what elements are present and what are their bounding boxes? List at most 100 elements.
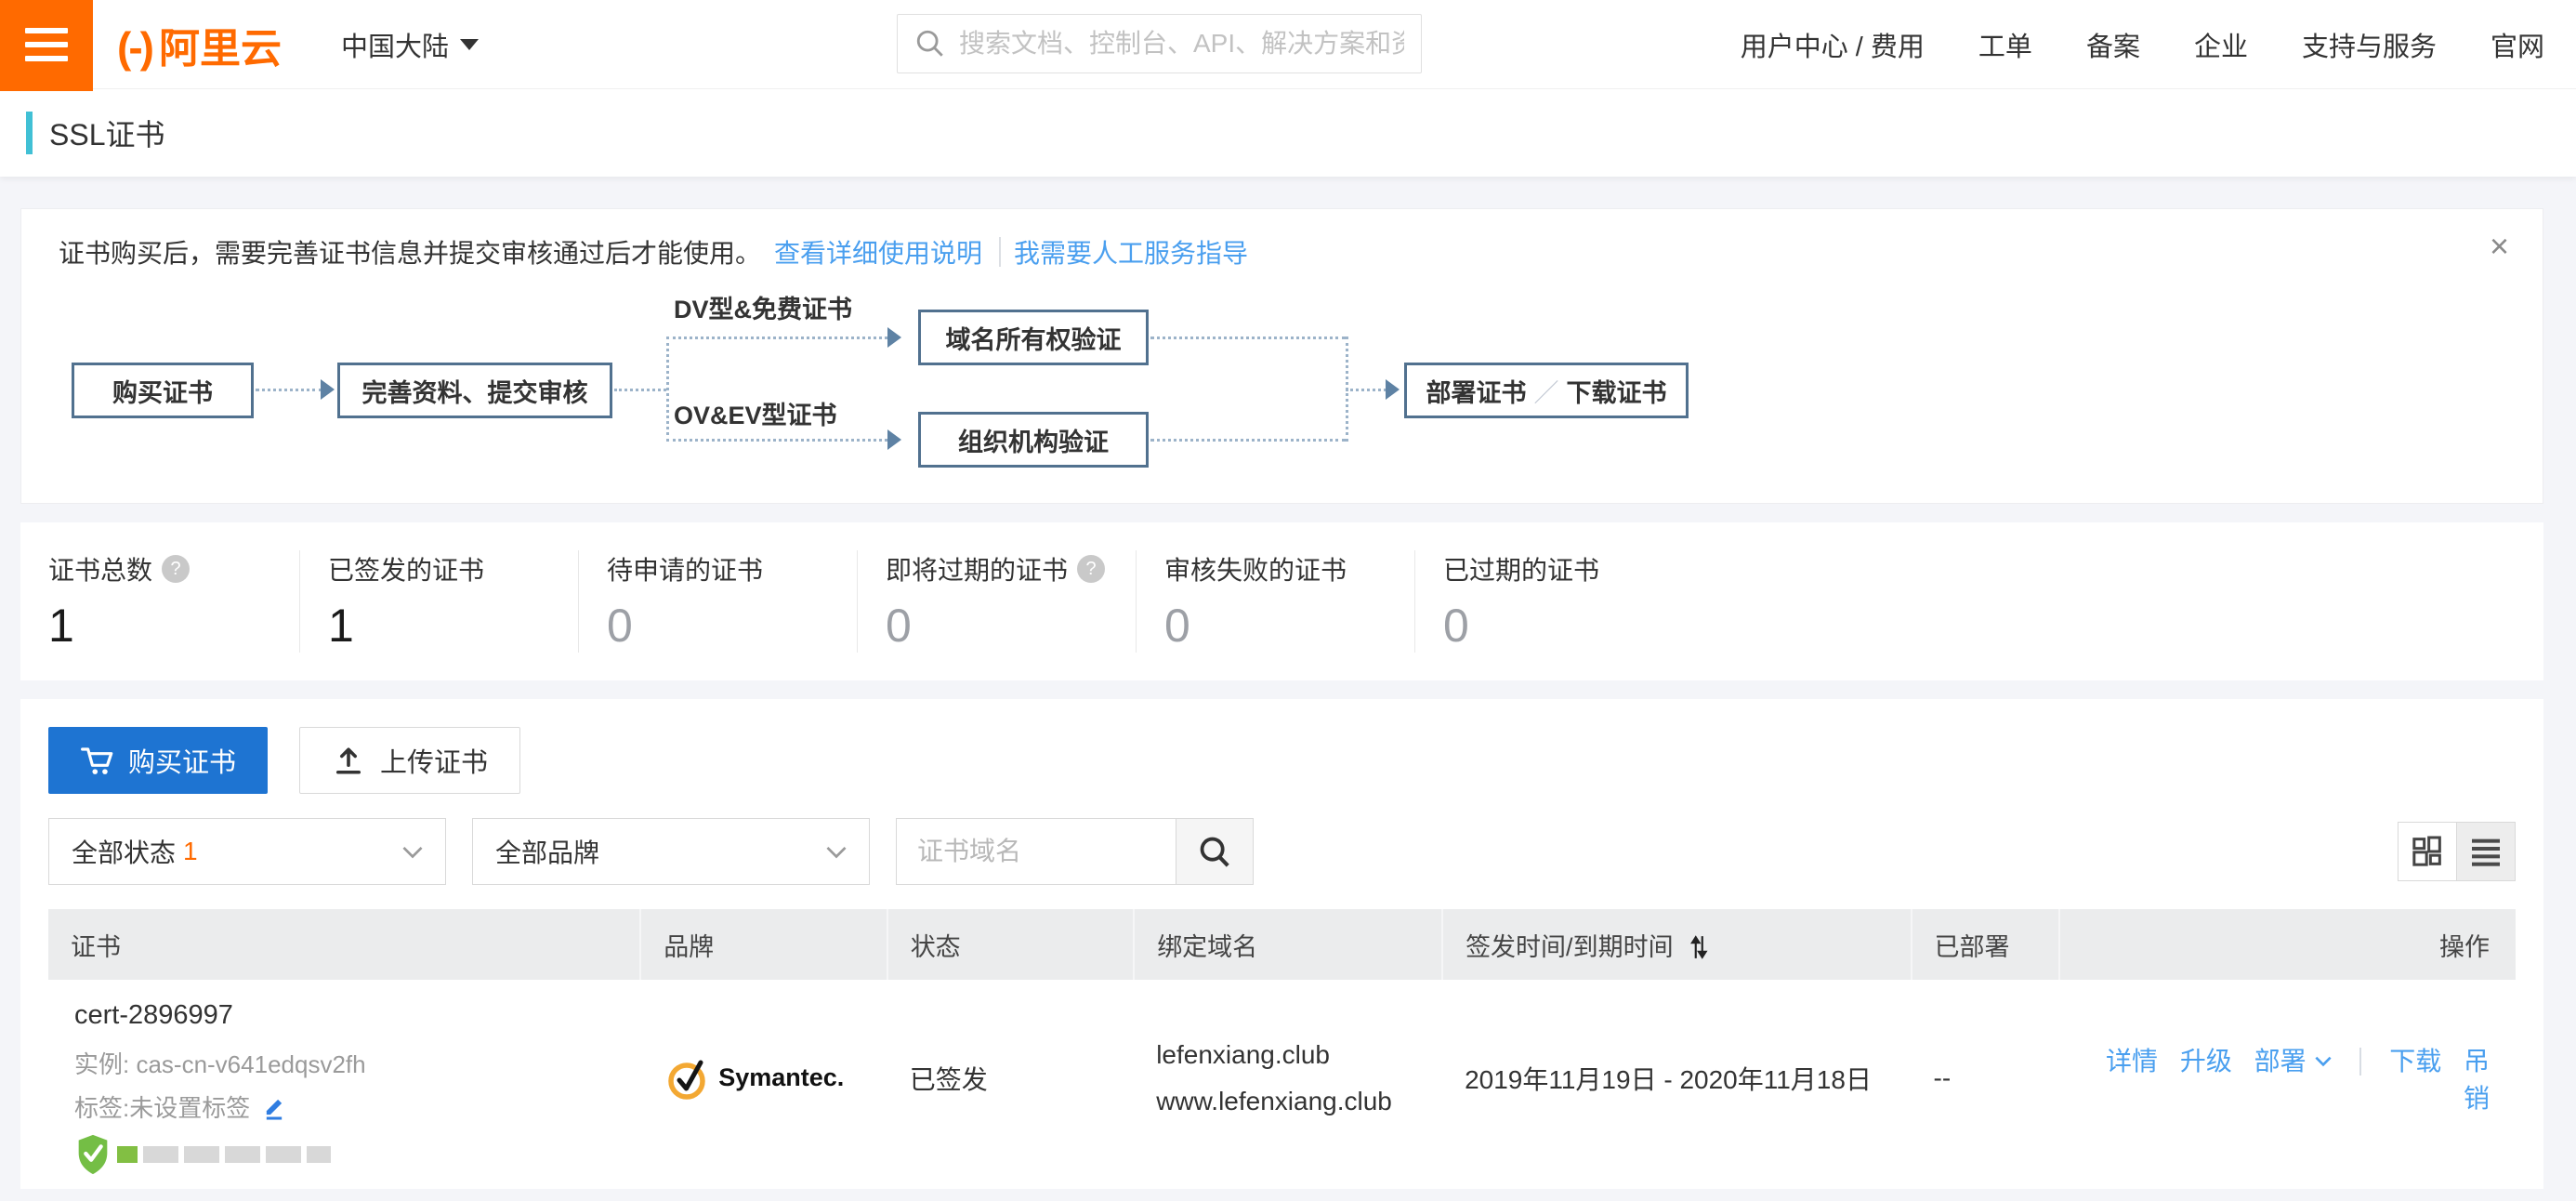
buy-certificate-button[interactable]: 购买证书	[48, 727, 268, 794]
action-divider	[2359, 1048, 2361, 1076]
status-filter-count: 1	[183, 837, 198, 866]
search-icon	[1197, 834, 1232, 869]
flow-arrowhead-icon	[321, 379, 335, 400]
title-accent-bar	[26, 112, 33, 154]
flow-box-complete-info: 完善资料、提交审核	[337, 363, 612, 418]
flow-box-org-validation: 组织机构验证	[918, 412, 1149, 468]
nav-item-user-center[interactable]: 用户中心 / 费用	[1741, 25, 1925, 64]
header-dates: 签发时间/到期时间	[1442, 909, 1911, 980]
action-details[interactable]: 详情	[2106, 1047, 2158, 1076]
flow-connector	[666, 337, 887, 339]
flow-connector	[1150, 439, 1346, 442]
usage-banner: 证书购买后，需要完善证书信息并提交审核通过后才能使用。 查看详细使用说明 我需要…	[20, 208, 2543, 504]
cell-actions: 详情 升级 部署 下载 吊销	[2059, 980, 2516, 1176]
certificate-flow-diagram: 购买证书 完善资料、提交审核 DV型&免费证书 OV&EV型证书 域名所有权验证…	[59, 284, 2505, 481]
certificate-name[interactable]: cert-2896997	[74, 1000, 640, 1031]
brand-name: Symantec.	[718, 1063, 844, 1092]
hamburger-menu-button[interactable]	[0, 0, 93, 91]
upload-certificate-button[interactable]: 上传证书	[299, 727, 520, 794]
nav-item-support[interactable]: 支持与服务	[2302, 25, 2437, 64]
flow-connector	[666, 337, 669, 442]
stat-issued-value: 1	[328, 599, 578, 653]
page-title-bar: SSL证书	[0, 89, 2576, 177]
cell-brand: Symantec.	[640, 980, 887, 1176]
flow-connector	[614, 389, 666, 391]
domain-search-input[interactable]	[896, 818, 1176, 885]
close-icon[interactable]: ×	[2490, 230, 2509, 263]
flow-arrowhead-icon	[1386, 379, 1400, 400]
nav-item-official-site[interactable]: 官网	[2491, 25, 2544, 64]
domain-search-button[interactable]	[1176, 818, 1254, 885]
banner-link-divider	[999, 237, 1001, 267]
header-deployed: 已部署	[1912, 909, 2059, 980]
cell-status: 已签发	[887, 980, 1135, 1176]
global-search[interactable]	[897, 14, 1422, 73]
action-upgrade[interactable]: 升级	[2180, 1047, 2232, 1076]
nav-item-tickets[interactable]: 工单	[1978, 25, 2032, 64]
stat-expired: 已过期的证书 0	[1414, 550, 1693, 653]
banner-link-human-support[interactable]: 我需要人工服务指导	[1014, 233, 1248, 271]
stat-total-value: 1	[48, 599, 299, 653]
header-status: 状态	[887, 909, 1135, 980]
status-filter-dropdown[interactable]: 全部状态 1	[48, 818, 446, 885]
flow-box-deploy-download: 部署证书 ／ 下载证书	[1404, 363, 1689, 418]
validation-progress-bar	[117, 1146, 331, 1163]
flow-connector	[1346, 389, 1387, 391]
nav-item-enterprise[interactable]: 企业	[2194, 25, 2248, 64]
cell-certificate: cert-2896997 实例: cas-cn-v641edqsv2fh 标签:…	[48, 980, 640, 1176]
banner-text: 证书购买后，需要完善证书信息并提交审核通过后才能使用。	[59, 233, 761, 271]
table-row: cert-2896997 实例: cas-cn-v641edqsv2fh 标签:…	[48, 980, 2516, 1176]
stat-expiring: 即将过期的证书 ? 0	[857, 550, 1136, 653]
top-navigation: 用户中心 / 费用 工单 备案 企业 支持与服务 官网	[1741, 25, 2576, 64]
flow-box-domain-validation: 域名所有权验证	[918, 310, 1149, 365]
header-brand: 品牌	[640, 909, 887, 980]
flow-connector	[666, 439, 887, 442]
certificate-stats: 证书总数 ? 1 已签发的证书 1 待申请的证书 0 即将过期的证书 ? 0 审…	[20, 522, 2543, 680]
flow-box-buy: 购买证书	[72, 363, 254, 418]
help-icon[interactable]: ?	[1077, 555, 1105, 583]
flow-connector	[256, 389, 322, 391]
stat-pending-value: 0	[607, 599, 857, 653]
sort-icon[interactable]	[1688, 934, 1710, 960]
cart-icon	[80, 745, 113, 776]
hamburger-icon	[25, 28, 68, 33]
stat-expired-value: 0	[1443, 599, 1693, 653]
upload-icon	[332, 744, 365, 777]
shield-icon	[74, 1133, 112, 1176]
certificate-table: 证书 品牌 状态 绑定域名 签发时间/到期时间 已部署 操作	[48, 909, 2516, 1176]
stat-expiring-value: 0	[886, 599, 1136, 653]
page-title: SSL证书	[49, 112, 165, 154]
flow-arrowhead-icon	[887, 327, 901, 348]
aliyun-logo-mark: (-)	[117, 22, 151, 73]
bound-domain: www.lefenxiang.club	[1156, 1078, 1442, 1125]
table-header-row: 证书 品牌 状态 绑定域名 签发时间/到期时间 已部署 操作	[48, 909, 2516, 980]
nav-item-icp[interactable]: 备案	[2086, 25, 2140, 64]
symantec-logo-icon	[663, 1053, 713, 1103]
certificate-list-card: 购买证书 上传证书 全部状态 1 全部品牌	[20, 699, 2543, 1189]
stat-failed-value: 0	[1164, 599, 1414, 653]
region-selector[interactable]: 中国大陆	[341, 25, 479, 64]
aliyun-logo[interactable]: (-) 阿里云	[117, 15, 282, 74]
list-view-button[interactable]	[2456, 822, 2516, 881]
action-revoke[interactable]: 吊销	[2464, 1047, 2490, 1113]
edit-tag-icon[interactable]	[261, 1094, 287, 1120]
grid-view-button[interactable]	[2398, 822, 2457, 881]
region-label: 中国大陆	[341, 25, 449, 64]
banner-link-usage-guide[interactable]: 查看详细使用说明	[774, 233, 982, 271]
brand-filter-dropdown[interactable]: 全部品牌	[472, 818, 870, 885]
header-actions: 操作	[2059, 909, 2516, 980]
stat-pending: 待申请的证书 0	[578, 550, 857, 653]
cell-dates: 2019年11月19日 - 2020年11月18日	[1442, 980, 1911, 1176]
header-domains: 绑定域名	[1134, 909, 1442, 980]
stat-total: 证书总数 ? 1	[20, 550, 299, 653]
list-view-icon	[2467, 833, 2504, 870]
action-deploy[interactable]: 部署	[2254, 1047, 2334, 1076]
stat-failed: 审核失败的证书 0	[1136, 550, 1414, 653]
cell-deployed: --	[1912, 980, 2059, 1176]
main-content: 证书购买后，需要完善证书信息并提交审核通过后才能使用。 查看详细使用说明 我需要…	[0, 177, 2576, 1189]
chevron-down-icon	[2312, 1049, 2334, 1072]
action-download[interactable]: 下载	[2389, 1047, 2441, 1076]
flow-label-dv: DV型&免费证书	[674, 289, 852, 325]
search-input[interactable]	[959, 29, 1404, 59]
help-icon[interactable]: ?	[162, 555, 190, 583]
